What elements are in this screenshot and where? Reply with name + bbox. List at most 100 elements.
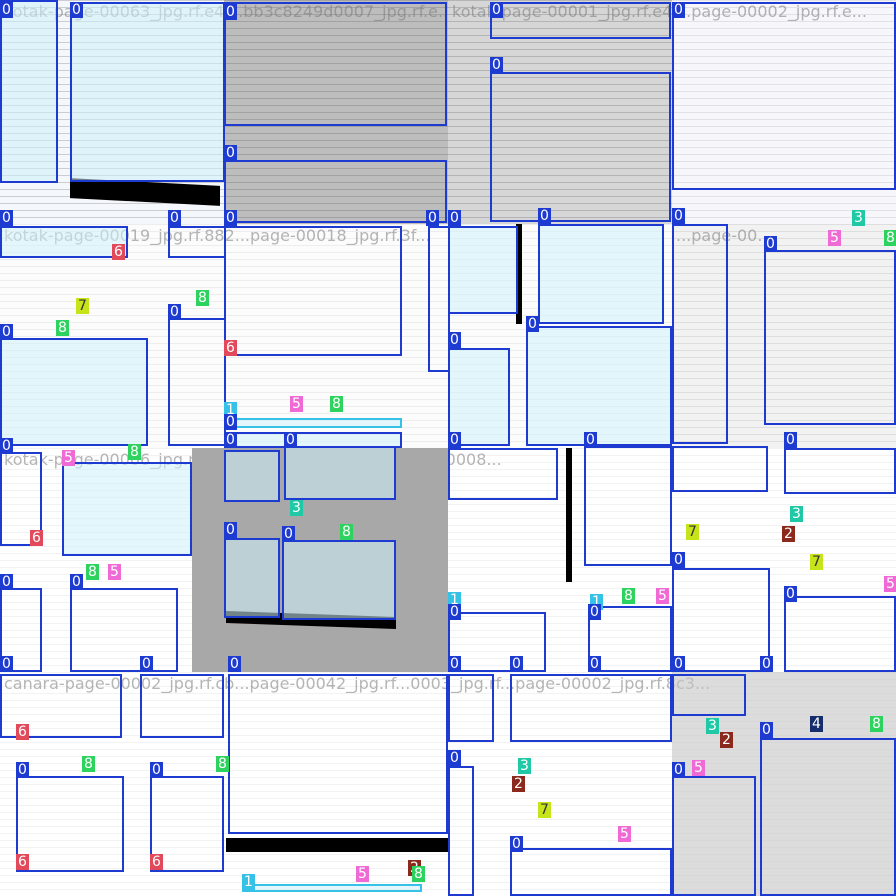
class-label-0: 0: [168, 210, 181, 226]
class-label-0: 0: [224, 4, 237, 20]
detection-mosaic: kotak-page-00063_jpg.rf.e45... ...bb3c82…: [0, 0, 896, 896]
class-label-4: 4: [810, 716, 823, 732]
class-label-0: 0: [0, 210, 13, 226]
class-label-0: 0: [588, 604, 601, 620]
bbox-class-0: [0, 0, 58, 183]
class-label-0: 0: [0, 324, 13, 340]
bbox-class-0: [584, 446, 672, 566]
scan-edge: [226, 838, 448, 852]
class-label-5: 5: [356, 866, 369, 882]
bbox-class-0: [62, 462, 192, 556]
bbox-class-0: [70, 588, 178, 672]
class-label-5: 5: [828, 230, 841, 246]
class-label-0: 0: [16, 762, 29, 778]
class-label-0: 0: [672, 208, 685, 224]
bbox-class-0: [448, 612, 546, 672]
class-label-6: 6: [224, 340, 237, 356]
bbox-class-0: [224, 2, 447, 126]
class-label-0: 0: [224, 210, 237, 226]
class-label-2: 2: [720, 732, 733, 748]
class-label-2: 2: [782, 526, 795, 542]
class-label-0: 0: [0, 438, 13, 454]
class-label-0: 0: [0, 574, 13, 590]
bbox-class-0: [0, 338, 148, 446]
bbox-class-0: [0, 226, 128, 258]
class-label-5: 5: [884, 576, 896, 592]
bbox-class-0: [510, 848, 672, 896]
class-label-0: 0: [448, 604, 461, 620]
class-label-0: 0: [764, 236, 777, 252]
class-label-0: 0: [448, 210, 461, 226]
class-label-0: 0: [672, 762, 685, 778]
class-label-0: 0: [224, 145, 237, 161]
bbox-class-0: [224, 160, 447, 223]
class-label-0: 0: [140, 656, 153, 672]
class-label-0: 0: [672, 656, 685, 672]
bbox-class-1: [242, 884, 422, 892]
class-label-0: 0: [588, 656, 601, 672]
class-label-0: 0: [0, 2, 13, 18]
bbox-class-0: [672, 674, 746, 716]
bbox-class-0: [140, 674, 224, 738]
class-label-0: 0: [70, 2, 83, 18]
class-label-7: 7: [686, 524, 699, 540]
class-label-0: 0: [526, 316, 539, 332]
bbox-class-0: [490, 2, 671, 39]
class-label-0: 0: [584, 432, 597, 448]
bbox-class-0: [448, 226, 518, 314]
class-label-6: 6: [30, 530, 43, 546]
bbox-class-0: [224, 538, 280, 618]
class-label-6: 6: [16, 854, 29, 870]
bbox-class-0: [538, 224, 664, 324]
class-label-0: 0: [784, 586, 797, 602]
class-label-1: 1: [242, 874, 255, 890]
bbox-class-0: [526, 326, 672, 446]
class-label-0: 0: [490, 57, 503, 73]
class-label-8: 8: [412, 866, 425, 882]
scan-edge: [566, 448, 572, 582]
bbox-class-0: [284, 446, 396, 500]
class-label-5: 5: [108, 564, 121, 580]
class-label-3: 3: [518, 758, 531, 774]
class-label-0: 0: [224, 522, 237, 538]
class-label-8: 8: [56, 320, 69, 336]
class-label-7: 7: [538, 802, 551, 818]
class-label-7: 7: [810, 554, 823, 570]
bbox-class-1: [224, 418, 402, 428]
bbox-class-0: [784, 448, 896, 494]
class-label-0: 0: [448, 332, 461, 348]
bbox-class-0: [760, 738, 896, 896]
class-label-0: 0: [672, 2, 685, 18]
class-label-0: 0: [282, 526, 295, 542]
bbox-class-0: [224, 450, 280, 502]
bbox-class-0: [510, 674, 672, 742]
bbox-class-0: [764, 250, 896, 425]
bbox-class-0: [448, 766, 474, 896]
bbox-class-0: [784, 596, 896, 672]
bbox-class-0: [448, 674, 494, 742]
class-label-0: 0: [0, 656, 13, 672]
bbox-class-0: [672, 568, 770, 672]
class-label-0: 0: [224, 414, 237, 430]
class-label-5: 5: [62, 450, 75, 466]
class-label-3: 3: [706, 718, 719, 734]
class-label-8: 8: [82, 756, 95, 772]
class-label-8: 8: [884, 230, 896, 246]
bbox-class-0: [282, 540, 396, 620]
class-label-5: 5: [656, 588, 669, 604]
bbox-class-0: [70, 2, 225, 182]
class-label-8: 8: [196, 290, 209, 306]
class-label-0: 0: [168, 304, 181, 320]
class-label-3: 3: [790, 506, 803, 522]
class-label-0: 0: [448, 750, 461, 766]
class-label-0: 0: [228, 656, 241, 672]
class-label-0: 0: [284, 432, 297, 448]
bbox-class-0: [428, 226, 450, 372]
class-label-0: 0: [70, 574, 83, 590]
class-label-0: 0: [448, 656, 461, 672]
bbox-class-0: [224, 226, 402, 356]
class-label-5: 5: [692, 760, 705, 776]
class-label-0: 0: [490, 2, 503, 18]
class-label-8: 8: [870, 716, 883, 732]
class-label-8: 8: [330, 396, 343, 412]
